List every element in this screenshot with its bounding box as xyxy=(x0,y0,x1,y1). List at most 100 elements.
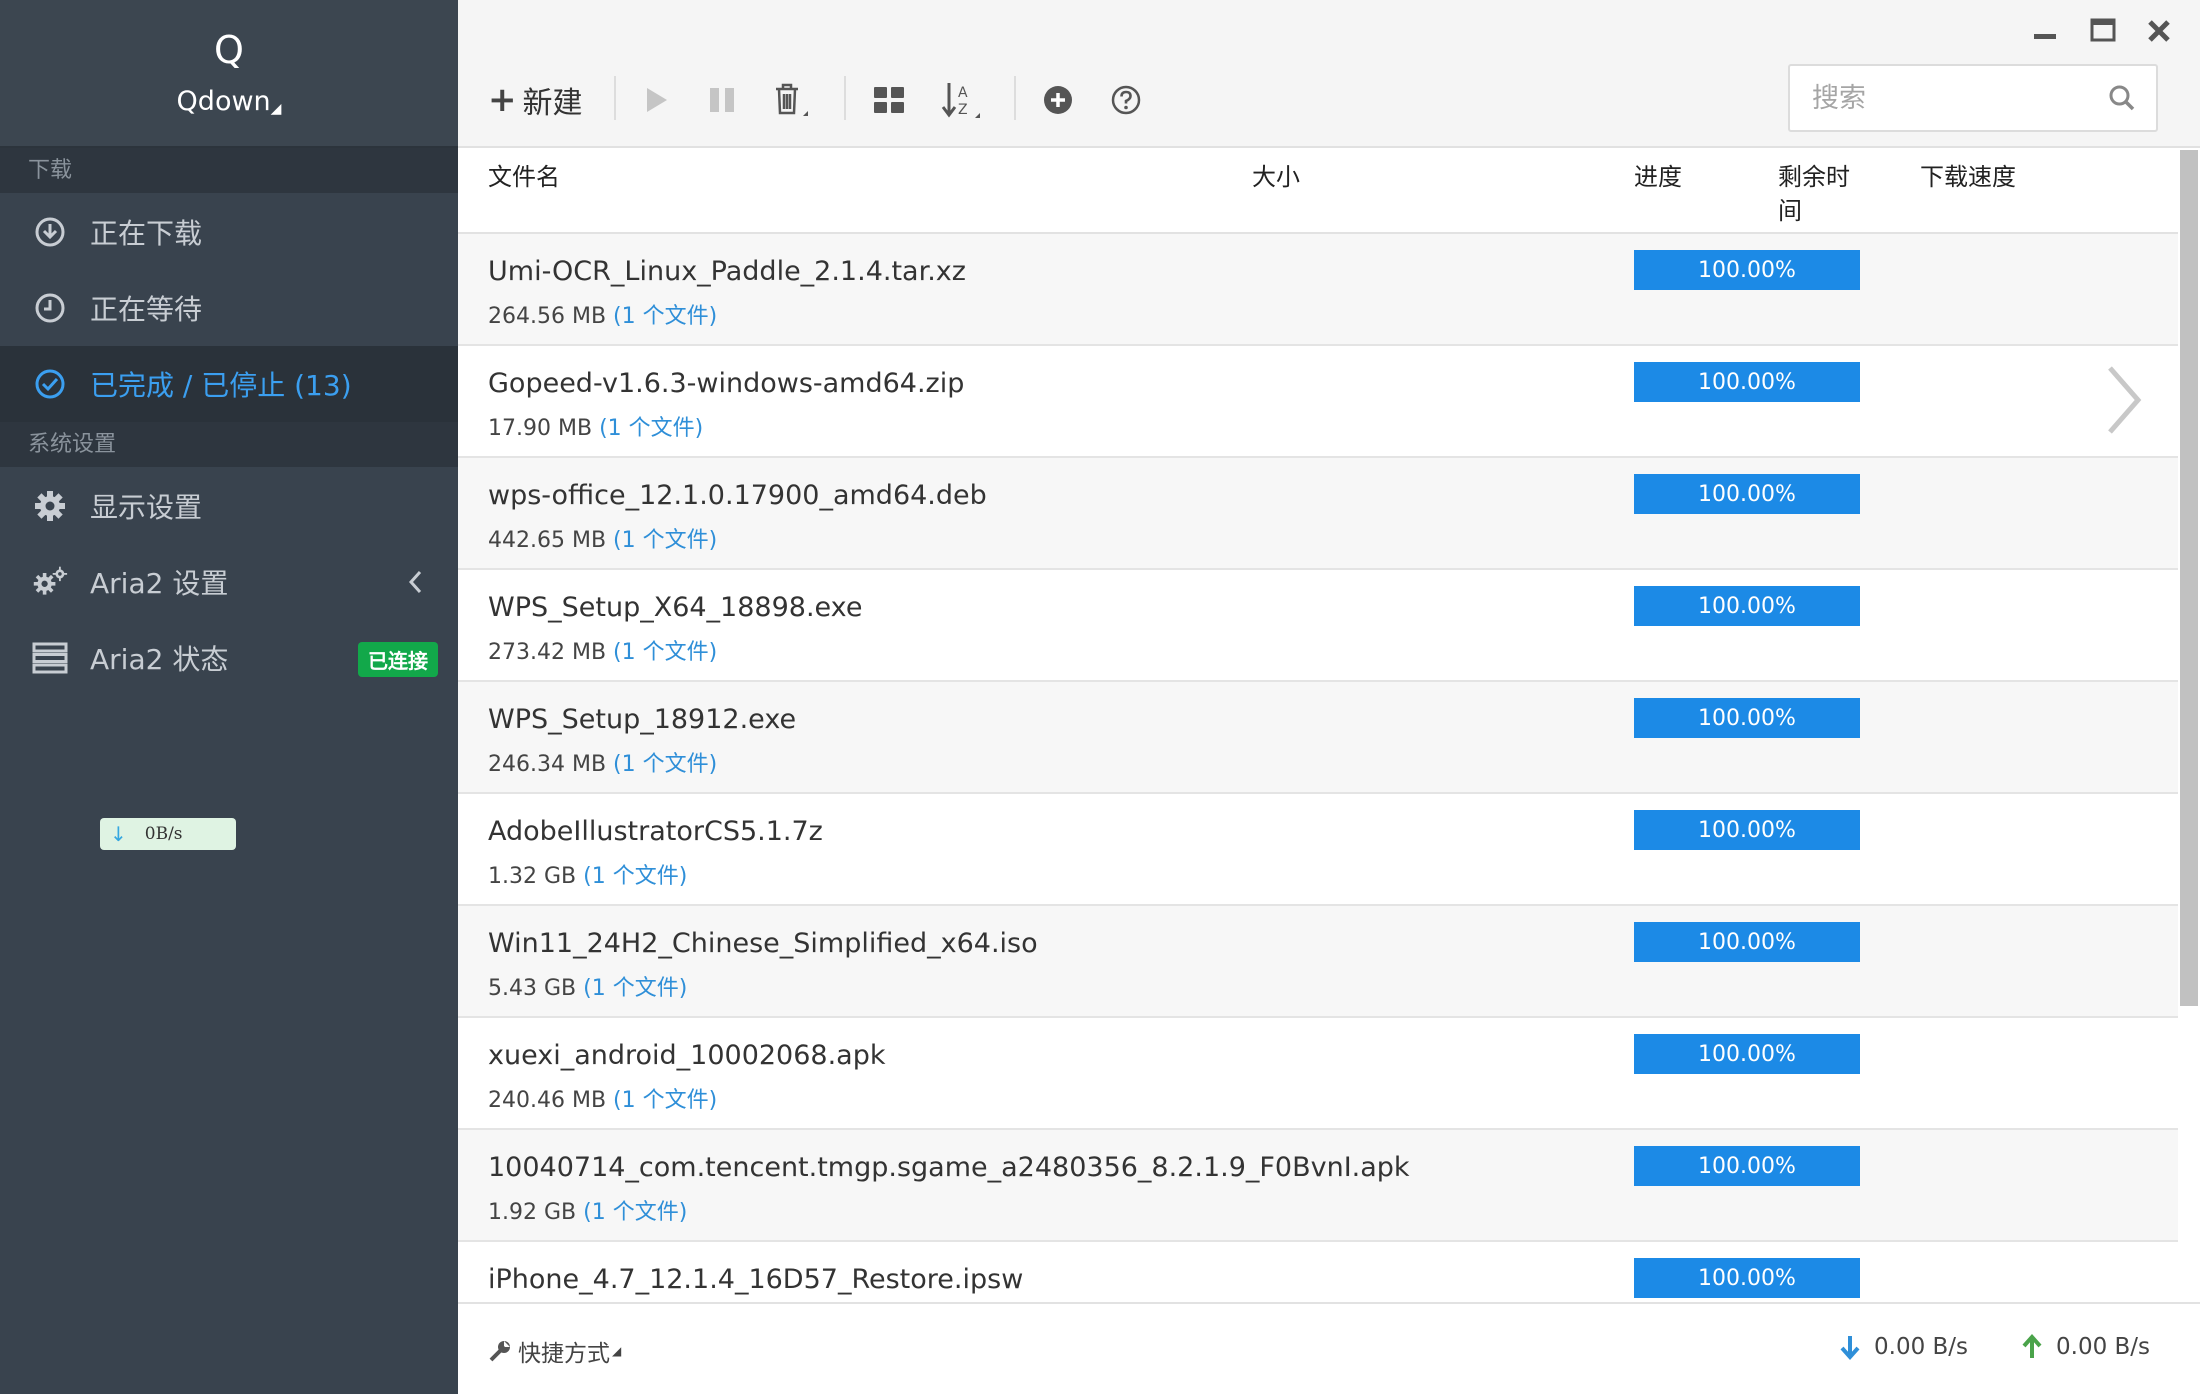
file-size: 273.42 MB xyxy=(488,640,607,665)
status-bar: 快捷方式 ◢ 0.00 B/s 0.00 B/s xyxy=(458,1302,2200,1394)
table-row[interactable]: WPS_Setup_X64_18898.exe 273.42 MB (1 个文件… xyxy=(458,570,2178,682)
file-size: 17.90 MB xyxy=(488,416,593,441)
file-name: iPhone_4.7_12.1.4_16D57_Restore.ipsw xyxy=(488,1264,1024,1295)
column-header-size[interactable]: 大小 xyxy=(1252,160,1300,194)
sidebar-item-waiting[interactable]: 正在等待 xyxy=(0,270,458,346)
close-button[interactable] xyxy=(2142,14,2176,48)
search-input[interactable] xyxy=(1788,64,2158,132)
file-size-line: 1.92 GB (1 个文件) xyxy=(488,1194,687,1226)
progress-bar: 100.00% xyxy=(1634,922,1860,962)
arrow-down-icon xyxy=(1840,1336,1860,1360)
search-icon[interactable] xyxy=(2108,84,2136,116)
pause-button[interactable] xyxy=(706,78,738,122)
file-count-link[interactable]: (1 个文件) xyxy=(583,976,687,1001)
arrow-up-icon xyxy=(2022,1334,2042,1358)
file-size-line: 5.43 GB (1 个文件) xyxy=(488,970,687,1002)
file-name: WPS_Setup_X64_18898.exe xyxy=(488,592,863,623)
progress-bar: 100.00% xyxy=(1634,698,1860,738)
table-header: 文件名 大小 进度 剩余时间 下载速度 xyxy=(458,150,2178,234)
sort-button[interactable]: AZ xyxy=(940,78,984,122)
file-size: 1.32 GB xyxy=(488,864,577,889)
file-count-link[interactable]: (1 个文件) xyxy=(599,416,703,441)
plus-circle-icon xyxy=(1044,86,1072,114)
table-row[interactable]: Gopeed-v1.6.3-windows-amd64.zip 17.90 MB… xyxy=(458,346,2178,458)
file-name: WPS_Setup_18912.exe xyxy=(488,704,797,735)
shortcuts-button[interactable]: 快捷方式 ◢ xyxy=(488,1334,621,1368)
file-name: 10040714_com.tencent.tmgp.sgame_a2480356… xyxy=(488,1152,1410,1183)
maximize-button[interactable] xyxy=(2086,14,2120,48)
file-count-link[interactable]: (1 个文件) xyxy=(583,864,687,889)
file-count-link[interactable]: (1 个文件) xyxy=(613,304,717,329)
table-row[interactable]: Win11_24H2_Chinese_Simplified_x64.iso 5.… xyxy=(458,906,2178,1018)
add-button[interactable] xyxy=(1042,78,1074,122)
table-row[interactable]: wps-office_12.1.0.17900_amd64.deb 442.65… xyxy=(458,458,2178,570)
sidebar-item-label: 正在下载 xyxy=(90,217,203,250)
new-download-label: 新建 xyxy=(522,86,583,121)
file-name: AdobeIllustratorCS5.1.7z xyxy=(488,816,823,847)
progress-bar: 100.00% xyxy=(1634,250,1860,290)
minimize-button[interactable] xyxy=(2028,14,2062,48)
divider xyxy=(1014,76,1016,120)
view-toggle-button[interactable] xyxy=(872,78,906,122)
task-list: Umi-OCR_Linux_Paddle_2.1.4.tar.xz 264.56… xyxy=(458,234,2178,1302)
help-button[interactable] xyxy=(1110,78,1142,122)
file-count-link[interactable]: (1 个文件) xyxy=(613,528,717,553)
chevron-left-icon xyxy=(406,568,424,603)
file-size: 1.92 GB xyxy=(488,1200,577,1225)
section-download: 下载 xyxy=(0,148,458,193)
progress-bar: 100.00% xyxy=(1634,810,1860,850)
sidebar-item-downloading[interactable]: 正在下载 xyxy=(0,194,458,270)
chevron-right-icon[interactable] xyxy=(2104,362,2144,442)
column-header-remaining[interactable]: 剩余时间 xyxy=(1778,160,1868,228)
file-name: xuexi_android_10002068.apk xyxy=(488,1040,886,1071)
table-row[interactable]: iPhone_4.7_12.1.4_16D57_Restore.ipsw 100… xyxy=(458,1242,2178,1302)
column-header-speed[interactable]: 下载速度 xyxy=(1920,160,2016,194)
scrollbar-thumb[interactable] xyxy=(2180,150,2198,1006)
column-header-name[interactable]: 文件名 xyxy=(488,160,560,194)
help-icon xyxy=(1111,85,1141,115)
delete-button[interactable] xyxy=(772,78,812,122)
new-download-button[interactable]: + 新建 xyxy=(488,78,583,122)
table-row[interactable]: xuexi_android_10002068.apk 240.46 MB (1 … xyxy=(458,1018,2178,1130)
brand-name: Qdown xyxy=(176,86,271,117)
sidebar-item-label: 显示设置 xyxy=(90,491,203,524)
file-size: 264.56 MB xyxy=(488,304,607,329)
sidebar-item-aria2-status[interactable]: Aria2 状态 已连接 xyxy=(0,620,458,696)
download-speed-value: 0.00 B/s xyxy=(1874,1334,1969,1360)
progress-bar: 100.00% xyxy=(1634,1258,1860,1298)
sidebar-item-label: Aria2 设置 xyxy=(90,567,229,600)
sidebar-item-label: Aria2 状态 xyxy=(90,643,229,676)
pause-icon xyxy=(710,88,734,112)
wrench-icon xyxy=(489,1341,510,1362)
sort-alpha-icon: AZ xyxy=(941,83,980,118)
brand-menu[interactable]: Qdown◢ xyxy=(0,86,458,117)
svg-text:A: A xyxy=(958,85,968,101)
sidebar-item-aria2-settings[interactable]: Aria2 设置 xyxy=(0,544,458,620)
upload-speed: 0.00 B/s xyxy=(2020,1334,2150,1360)
caret-icon: ◢ xyxy=(270,101,282,117)
file-count-link[interactable]: (1 个文件) xyxy=(613,1088,717,1113)
svg-text:Z: Z xyxy=(958,102,968,118)
main-panel: + 新建 AZ 文件名 大小 xyxy=(458,0,2200,1394)
table-row[interactable]: AdobeIllustratorCS5.1.7z 1.32 GB (1 个文件)… xyxy=(458,794,2178,906)
speed-indicator: ↓ 0B/s xyxy=(100,818,236,850)
speed-value: 0B/s xyxy=(144,824,183,844)
brand: Q Qdown◢ xyxy=(0,0,458,146)
table-row[interactable]: WPS_Setup_18912.exe 246.34 MB (1 个文件) 10… xyxy=(458,682,2178,794)
file-size-line: 264.56 MB (1 个文件) xyxy=(488,298,717,330)
file-size-line: 246.34 MB (1 个文件) xyxy=(488,746,717,778)
start-button[interactable] xyxy=(640,78,672,122)
sidebar-item-display-settings[interactable]: 显示设置 xyxy=(0,468,458,544)
file-name: wps-office_12.1.0.17900_amd64.deb xyxy=(488,480,987,511)
gear-icon xyxy=(32,488,68,524)
file-count-link[interactable]: (1 个文件) xyxy=(613,640,717,665)
table-row[interactable]: Umi-OCR_Linux_Paddle_2.1.4.tar.xz 264.56… xyxy=(458,234,2178,346)
file-count-link[interactable]: (1 个文件) xyxy=(613,752,717,777)
sidebar-item-completed[interactable]: 已完成 / 已停止 (13) xyxy=(0,346,458,422)
file-count-link[interactable]: (1 个文件) xyxy=(583,1200,687,1225)
table-row[interactable]: 10040714_com.tencent.tmgp.sgame_a2480356… xyxy=(458,1130,2178,1242)
toolbar: + 新建 AZ xyxy=(458,0,2200,148)
plus-icon: + xyxy=(488,80,517,120)
trash-icon xyxy=(776,83,808,116)
column-header-progress[interactable]: 进度 xyxy=(1634,160,1682,194)
